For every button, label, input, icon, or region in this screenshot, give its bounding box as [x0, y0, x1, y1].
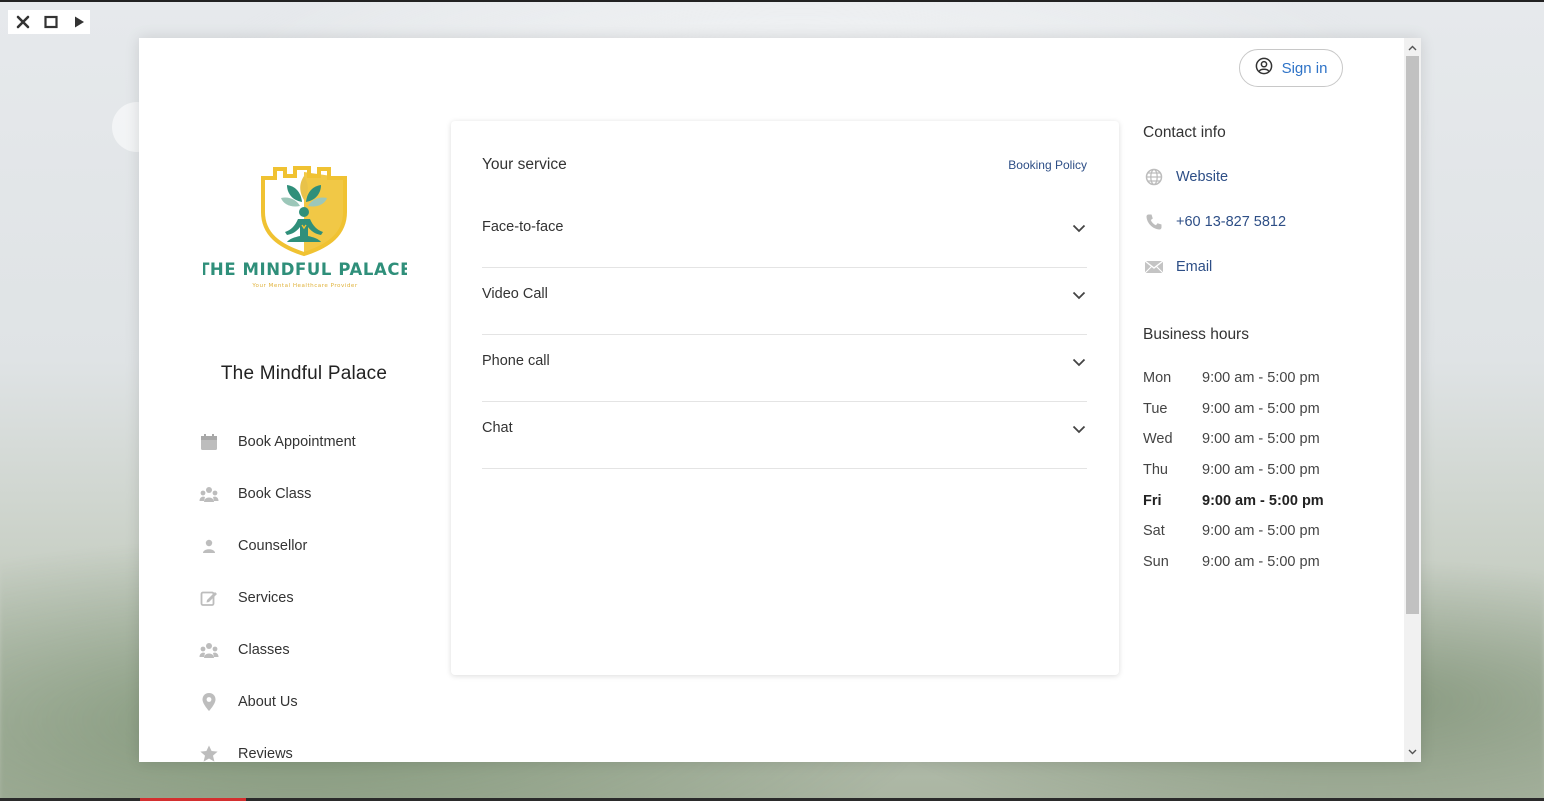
window-controls [8, 10, 90, 34]
scrollbar-thumb[interactable] [1406, 56, 1419, 614]
contact-label: Email [1176, 258, 1213, 275]
booking-modal: Sign in THE MINDFUL PALACE Your Mental H… [139, 38, 1421, 762]
hours-day: Mon [1143, 370, 1172, 387]
logo-title: THE MINDFUL PALACE [203, 260, 407, 279]
sign-in-label: Sign in [1281, 59, 1328, 77]
service-card: Your service Booking Policy Face-to-face… [451, 121, 1119, 675]
nav-label: Reviews [238, 746, 293, 762]
nav-label: Book Appointment [238, 434, 356, 450]
nav-label: Book Class [238, 486, 312, 502]
service-option-label: Video Call [482, 286, 548, 302]
contact-info-title: Contact info [1143, 124, 1226, 141]
hours-list: Mon 9:00 am - 5:00 pm Tue 9:00 am - 5:00 p… [1143, 363, 1373, 577]
hours-time: 9:00 am - 5:00 pm [1202, 523, 1320, 540]
sidebar-nav: Book Appointment Book Class Counsellor S… [197, 416, 437, 762]
group-icon [197, 482, 221, 506]
contact-phone[interactable]: +60 13-827 5812 [1143, 199, 1373, 244]
nav-label: About Us [238, 694, 298, 710]
close-icon[interactable] [14, 13, 32, 31]
user-circle-icon [1255, 57, 1273, 79]
hours-time: 9:00 am - 5:00 pm [1202, 370, 1320, 387]
contact-label: Website [1176, 168, 1229, 185]
edit-icon [197, 586, 221, 610]
star-icon [197, 742, 221, 762]
service-title: Your service [482, 156, 567, 173]
hours-time: 9:00 am - 5:00 pm [1202, 431, 1320, 448]
sign-in-button[interactable]: Sign in [1239, 49, 1343, 87]
hours-row: Mon 9:00 am - 5:00 pm [1143, 363, 1373, 394]
nav-item-services[interactable]: Services [197, 572, 437, 624]
hours-day: Fri [1143, 492, 1162, 509]
nav-item-book-class[interactable]: Book Class [197, 468, 437, 520]
chevron-down-icon [1071, 421, 1087, 437]
nav-label: Services [238, 590, 294, 606]
contact-label: +60 13-827 5812 [1176, 213, 1287, 230]
scroll-up-icon[interactable] [1404, 40, 1421, 56]
contact-website[interactable]: Website [1143, 154, 1373, 199]
nav-item-about-us[interactable]: About Us [197, 676, 437, 728]
logo-tagline: Your Mental Healthcare Provider [251, 283, 357, 289]
service-option-label: Face-to-face [482, 219, 564, 235]
service-options: Face-to-face Video Call Phone call Chat [482, 201, 1087, 469]
top-border [0, 0, 1544, 2]
play-icon[interactable] [70, 13, 88, 31]
hours-day: Sat [1143, 523, 1165, 540]
group-icon [197, 638, 221, 662]
hours-time: 9:00 am - 5:00 pm [1202, 492, 1324, 509]
hours-row: Thu 9:00 am - 5:00 pm [1143, 455, 1373, 486]
hours-day: Thu [1143, 462, 1168, 479]
chevron-down-icon [1071, 287, 1087, 303]
booking-policy-link[interactable]: Booking Policy [1008, 158, 1087, 172]
service-option-phone-call[interactable]: Phone call [482, 335, 1087, 402]
service-option-label: Phone call [482, 353, 550, 369]
nav-item-reviews[interactable]: Reviews [197, 728, 437, 762]
hours-day: Wed [1143, 431, 1173, 448]
contact-email[interactable]: Email [1143, 244, 1373, 289]
hours-day: Tue [1143, 400, 1168, 417]
service-option-face-to-face[interactable]: Face-to-face [482, 201, 1087, 268]
hours-row: Tue 9:00 am - 5:00 pm [1143, 394, 1373, 425]
business-hours: Business hours Mon 9:00 am - 5:00 pm Tue 9… [1143, 326, 1373, 577]
nav-label: Counsellor [238, 538, 308, 554]
scroll-down-icon[interactable] [1404, 744, 1421, 760]
business-hours-title: Business hours [1143, 326, 1249, 343]
hours-time: 9:00 am - 5:00 pm [1202, 553, 1320, 570]
envelope-icon [1143, 256, 1165, 278]
person-icon [197, 534, 221, 558]
maximize-icon[interactable] [42, 13, 60, 31]
hours-row: Sun 9:00 am - 5:00 pm [1143, 547, 1373, 578]
hours-time: 9:00 am - 5:00 pm [1202, 400, 1320, 417]
nav-item-counsellor[interactable]: Counsellor [197, 520, 437, 572]
hours-row: Wed 9:00 am - 5:00 pm [1143, 424, 1373, 455]
hours-time: 9:00 am - 5:00 pm [1202, 462, 1320, 479]
hours-row: Sat 9:00 am - 5:00 pm [1143, 516, 1373, 547]
hours-row-today: Fri 9:00 am - 5:00 pm [1143, 485, 1373, 516]
hours-day: Sun [1143, 553, 1169, 570]
service-option-label: Chat [482, 420, 513, 436]
nav-item-classes[interactable]: Classes [197, 624, 437, 676]
contact-info: Contact info Website +60 13-827 5812 Ema… [1143, 124, 1373, 289]
globe-icon [1143, 166, 1165, 188]
phone-icon [1143, 211, 1165, 233]
nav-item-book-appointment[interactable]: Book Appointment [197, 416, 437, 468]
vertical-scrollbar[interactable] [1404, 38, 1421, 762]
chevron-down-icon [1071, 354, 1087, 370]
service-option-chat[interactable]: Chat [482, 402, 1087, 469]
nav-label: Classes [238, 642, 290, 658]
calendar-icon [197, 430, 221, 454]
chevron-down-icon [1071, 220, 1087, 236]
location-pin-icon [197, 690, 221, 714]
service-option-video-call[interactable]: Video Call [482, 268, 1087, 335]
business-logo: THE MINDFUL PALACE Your Mental Healthcar… [198, 166, 411, 296]
business-name: The Mindful Palace [220, 363, 388, 384]
